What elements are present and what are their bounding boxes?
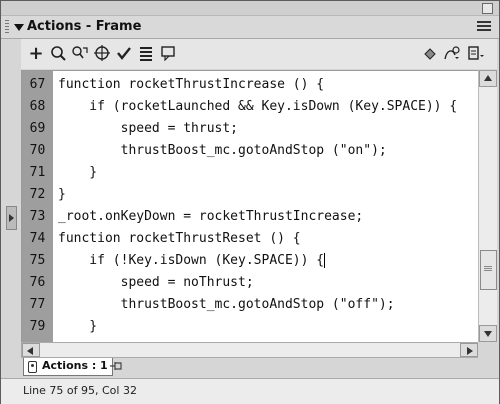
line-number: 69 — [29, 121, 46, 136]
code-line[interactable]: 74 function rocketThrustReset () { — [22, 228, 478, 250]
code-line[interactable]: 68 if (rocketLaunched && Key.isDown (Key… — [22, 96, 478, 118]
scroll-left-button[interactable] — [22, 343, 40, 357]
code-line[interactable]: 75 if (!Key.isDown (Key.SPACE)) { — [22, 250, 478, 272]
code-hint-icon[interactable] — [159, 44, 177, 62]
reference-icon[interactable] — [467, 44, 485, 62]
code-text[interactable]: speed = thrust; — [58, 118, 238, 140]
code-text[interactable]: } — [58, 162, 97, 184]
code-line[interactable]: 67 function rocketThrustIncrease () { — [22, 74, 478, 96]
line-number: 76 — [29, 275, 46, 290]
frame-script-icon — [28, 361, 37, 373]
left-pane-toggle-icon[interactable] — [6, 206, 17, 230]
panel-title: Actions - Frame — [27, 19, 142, 34]
check-syntax-icon[interactable] — [115, 44, 133, 62]
line-number: 77 — [29, 297, 46, 312]
vertical-scrollbar[interactable] — [478, 70, 497, 342]
code-text[interactable]: _root.onKeyDown = rocketThrustIncrease; — [58, 206, 363, 228]
panel-drag-strip[interactable] — [1, 1, 499, 16]
line-number: 79 — [29, 319, 46, 334]
panel-titlebar[interactable]: Actions - Frame — [1, 16, 499, 39]
close-icon[interactable] — [482, 3, 493, 14]
code-line[interactable]: 72} — [22, 184, 478, 206]
view-options-icon[interactable] — [443, 44, 461, 62]
status-bar: Line 75 of 95, Col 32 — [1, 378, 499, 404]
text-caret — [324, 253, 326, 268]
add-icon[interactable]: + — [27, 43, 45, 64]
pin-script-icon[interactable] — [109, 360, 123, 372]
scrollbar-corner — [478, 342, 496, 358]
code-line[interactable]: 73 _root.onKeyDown = rocketThrustIncrease… — [22, 206, 478, 228]
line-number: 70 — [29, 143, 46, 158]
scroll-right-button[interactable] — [460, 343, 478, 357]
line-number: 67 — [29, 77, 46, 92]
script-tab-bar: Actions : 1 — [21, 358, 499, 376]
code-line[interactable]: 77 thrustBoost_mc.gotoAndStop ("off"); — [22, 294, 478, 316]
line-number: 68 — [29, 99, 46, 114]
find-icon[interactable] — [49, 44, 67, 62]
collapse-triangle-icon[interactable] — [14, 24, 24, 31]
line-number: 71 — [29, 165, 46, 180]
replace-icon[interactable] — [71, 44, 89, 62]
actions-panel-window: Actions - Frame + 67 function rocketThru… — [0, 0, 500, 404]
code-line[interactable]: 69 speed = thrust; — [22, 118, 478, 140]
panel-options-menu-icon[interactable] — [477, 21, 491, 33]
code-text[interactable]: speed = noThrust; — [58, 272, 254, 294]
tab-label: Actions : 1 — [42, 359, 108, 372]
code-text[interactable]: if (rocketLaunched && Key.isDown (Key.SP… — [58, 96, 457, 118]
script-editor[interactable]: 67 function rocketThrustIncrease () {68 i… — [21, 70, 479, 344]
tab-actions-1[interactable]: Actions : 1 — [23, 358, 113, 376]
scroll-up-button[interactable] — [479, 70, 497, 87]
code-text[interactable]: function rocketThrustIncrease () { — [58, 74, 324, 96]
code-text[interactable]: thrustBoost_mc.gotoAndStop ("on"); — [58, 140, 387, 162]
code-text[interactable]: function rocketThrustReset () { — [58, 228, 301, 250]
line-number: 74 — [29, 231, 46, 246]
panel-grip-icon[interactable] — [5, 20, 9, 34]
debug-options-icon[interactable] — [421, 44, 439, 62]
code-text[interactable]: thrustBoost_mc.gotoAndStop ("off"); — [58, 294, 395, 316]
horizontal-scrollbar[interactable] — [21, 342, 479, 358]
code-text[interactable]: } — [58, 184, 66, 206]
actions-toolbar: + — [21, 39, 497, 69]
line-number: 73 — [29, 209, 46, 224]
target-path-icon[interactable] — [93, 44, 111, 62]
code-line[interactable]: 70 thrustBoost_mc.gotoAndStop ("on"); — [22, 140, 478, 162]
line-number: 72 — [29, 187, 46, 202]
code-text[interactable]: if (!Key.isDown (Key.SPACE)) { — [58, 250, 326, 272]
cursor-position-status: Line 75 of 95, Col 32 — [23, 384, 137, 397]
code-text[interactable]: } — [58, 316, 97, 338]
auto-format-icon[interactable] — [137, 44, 155, 62]
code-line[interactable]: 79 } — [22, 316, 478, 338]
code-line[interactable]: 71 } — [22, 162, 478, 184]
vertical-scroll-thumb[interactable] — [480, 250, 497, 290]
line-number: 75 — [29, 253, 46, 268]
scroll-down-button[interactable] — [479, 325, 497, 342]
code-line[interactable]: 76 speed = noThrust; — [22, 272, 478, 294]
